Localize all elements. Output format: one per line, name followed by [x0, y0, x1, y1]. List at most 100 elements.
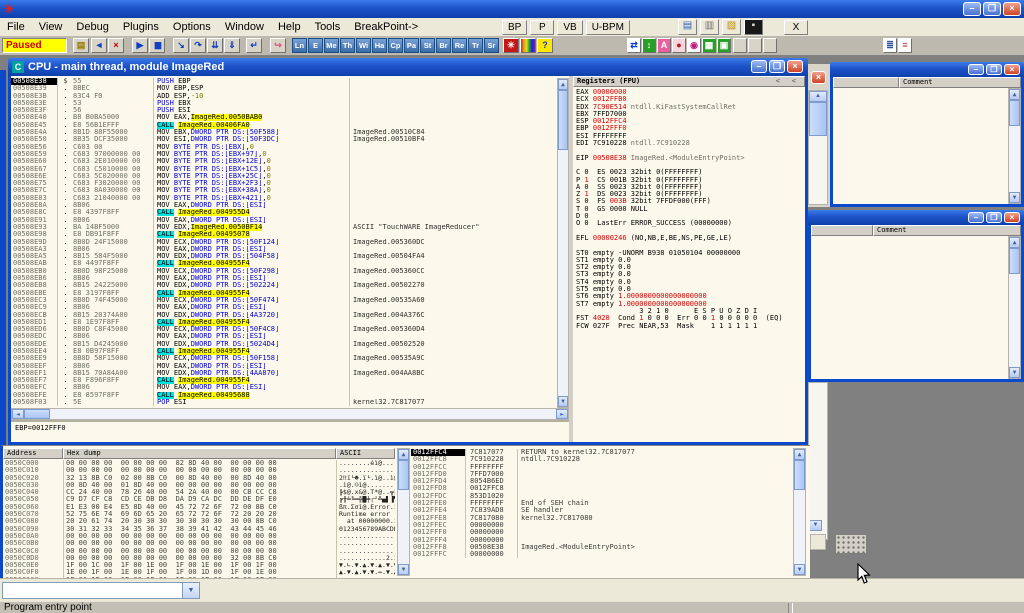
- disasm-row[interactable]: 00508EFC.8B06MOV EAX,DWORD PTR DS:[ESI]: [11, 384, 557, 391]
- window-button-sr[interactable]: Sr: [484, 38, 499, 53]
- stack-row[interactable]: 0012FFD48054B6ED: [411, 478, 791, 485]
- updown-icon[interactable]: ↕: [642, 38, 656, 53]
- maximize-button[interactable]: ❐: [983, 2, 1001, 16]
- folder-icon[interactable]: ▨: [722, 19, 741, 35]
- disasm-row[interactable]: 00508EC9.8B06MOV EAX,DWORD PTR DS:[ESI]: [11, 304, 557, 311]
- menu-item-file[interactable]: File: [0, 19, 32, 35]
- comment2-col-blank[interactable]: [811, 225, 873, 236]
- dump-row[interactable]: 0050C0C000 00 00 00 00 00 00 00 00 00 00…: [3, 548, 397, 555]
- disasm-row[interactable]: 00508E83.C683 21040000 00MOV BYTE PTR DS…: [11, 195, 557, 202]
- stack-row[interactable]: 0012FFDC853D1020: [411, 493, 791, 500]
- cpu-titlebar[interactable]: C CPU - main thread, module ImageRed – ❐…: [8, 58, 808, 76]
- disasm-row[interactable]: 00508EDC.8B06MOV EAX,DWORD PTR DS:[ESI]: [11, 333, 557, 340]
- plugin-close-button[interactable]: X: [784, 20, 808, 35]
- disasm-row[interactable]: 00508EEF.8B06MOV EAX,DWORD PTR DS:[ESI]: [11, 363, 557, 370]
- dump-row[interactable]: 0050C0D000 00 00 00 00 00 00 00 00 00 00…: [3, 555, 397, 562]
- plugin-button-vb[interactable]: VB: [557, 20, 582, 35]
- dump-row[interactable]: 0050C01000 00 00 00 00 00 00 00 00 00 00…: [3, 467, 397, 474]
- window-button-re[interactable]: Re: [452, 38, 467, 53]
- comment-window-1-titlebar[interactable]: – ❐ ×: [830, 62, 1024, 77]
- disasm-row[interactable]: 00508EAB.E8 4497F8FFCALL ImageRed.004955…: [11, 260, 557, 267]
- disasm-row[interactable]: 00508E40.B8 B0BA5000MOV EAX,ImageRed.005…: [11, 114, 557, 121]
- dump-row[interactable]: 0050C02032 13 8B C0 02 00 8B C0 00 8D 40…: [3, 475, 397, 482]
- disasm-row[interactable]: 00508E60.C683 2E010000 00MOV BYTE PTR DS…: [11, 158, 557, 165]
- comment1-maximize-button[interactable]: ❐: [986, 64, 1002, 75]
- disasm-row[interactable]: 00508E98.E8 DB91F8FFCALL ImageRed.004950…: [11, 231, 557, 238]
- menu-item-options[interactable]: Options: [166, 19, 218, 35]
- disasm-row[interactable]: 00508EBE.E8 3197F8FFCALL ImageRed.004955…: [11, 290, 557, 297]
- disasm-row[interactable]: 00508E4A.8B1D 88F55000MOV EBX,DWORD PTR …: [11, 129, 557, 136]
- stack-row[interactable]: 0012FFE47C839AD8SE handler: [411, 507, 791, 514]
- window-button-me[interactable]: Me: [324, 38, 339, 53]
- dump-row[interactable]: 0050C1001F 00 1F 00 1F 00 1E 00 1F 00 1F…: [3, 577, 397, 578]
- disasm-row[interactable]: 00508E50.8B35 DCF35000MOV ESI,DWORD PTR …: [11, 136, 557, 143]
- dump-row[interactable]: 0050C0A000 00 00 00 00 00 00 00 00 00 00…: [3, 533, 397, 540]
- register-line[interactable]: T 0 GS 0000 NULL: [573, 206, 805, 213]
- cpu-minimize-button[interactable]: –: [751, 60, 767, 73]
- dump-row[interactable]: 0050C040CC 24 40 00 78 26 40 00 54 2A 40…: [3, 489, 397, 496]
- window-resize-grip[interactable]: [836, 535, 866, 553]
- dump-header-ascii[interactable]: ASCII: [336, 448, 395, 459]
- disasm-row[interactable]: 00508E38$55PUSH EBP: [11, 78, 557, 85]
- menu-item-help[interactable]: Help: [271, 19, 308, 35]
- disasm-row[interactable]: 00508E39.8BECMOV EBP,ESP: [11, 85, 557, 92]
- stack-row[interactable]: 0012FFCCFFFFFFFF: [411, 464, 791, 471]
- window-button-ln[interactable]: Ln: [292, 38, 307, 53]
- disasm-row[interactable]: 00508E9D.8B0D 24F15000MOV ECX,DWORD PTR …: [11, 239, 557, 246]
- spacer-button-3[interactable]: [763, 38, 777, 53]
- disassembly-hscrollbar[interactable]: ◄ ►: [11, 408, 569, 420]
- disassembly-vscrollbar[interactable]: ▲ ▼: [557, 78, 569, 408]
- animate-into-icon[interactable]: ⇊: [207, 38, 223, 53]
- dump-row[interactable]: 0050C0B000 00 00 00 00 00 00 00 00 00 00…: [3, 540, 397, 547]
- address-combobox[interactable]: ▼: [2, 582, 200, 599]
- document-icon[interactable]: ▥: [700, 19, 719, 35]
- comment-window-2-titlebar[interactable]: – ❐ ×: [808, 210, 1024, 225]
- window-button-cp[interactable]: Cp: [388, 38, 403, 53]
- disasm-row[interactable]: 00508EA3.8B06MOV EAX,DWORD PTR DS:[ESI]: [11, 246, 557, 253]
- stack-row[interactable]: 0012FFD80012FFC8: [411, 485, 791, 492]
- open-file-icon[interactable]: ▤: [73, 38, 89, 53]
- fragment-scroll-down-icon[interactable]: ▼: [809, 520, 822, 531]
- comment1-minimize-button[interactable]: –: [968, 64, 984, 75]
- registers-next-icon[interactable]: <: [792, 77, 796, 86]
- disasm-row[interactable]: 00508E75.C683 F3020000 00MOV BYTE PTR DS…: [11, 180, 557, 187]
- registers-header[interactable]: Registers (FPU) < <: [573, 76, 805, 87]
- stack-row[interactable]: 0012FFF000000000: [411, 529, 791, 536]
- minimize-button[interactable]: –: [963, 2, 981, 16]
- stack-row[interactable]: 0012FFE0FFFFFFFFEnd of SEH chain: [411, 500, 791, 507]
- log-list-icon[interactable]: ≣: [883, 38, 897, 53]
- register-line[interactable]: EFL 00000246 (NO,NB,E,BE,NS,PE,GE,LE): [573, 235, 805, 242]
- plugin-button-p[interactable]: P: [530, 20, 554, 35]
- menu-item-view[interactable]: View: [32, 19, 70, 35]
- comment2-scrollbar[interactable]: ▲ ▼: [1008, 236, 1021, 379]
- disasm-row[interactable]: 00508E7C.C683 8A030000 00MOV BYTE PTR DS…: [11, 187, 557, 194]
- swap-arrows-icon[interactable]: ⇄: [627, 38, 641, 53]
- disasm-row[interactable]: 00508EB8.8B15 24225000MOV EDX,DWORD PTR …: [11, 282, 557, 289]
- disasm-row[interactable]: 00508E93.BA 14BF5000MOV EDX,ImageRed.005…: [11, 224, 557, 231]
- help-icon[interactable]: ?: [537, 38, 553, 53]
- stack-row[interactable]: 0012FFC87C910228ntdll.7C910228: [411, 456, 791, 463]
- window-button-th[interactable]: Th: [340, 38, 355, 53]
- window-button-st[interactable]: St: [420, 38, 435, 53]
- menu-item-plugins[interactable]: Plugins: [116, 19, 166, 35]
- disasm-row[interactable]: 00508E56.C603 00MOV BYTE PTR DS:[EBX],0: [11, 144, 557, 151]
- menu-item-tools[interactable]: Tools: [308, 19, 348, 35]
- disasm-row[interactable]: 00508EDE.8B15 D4245000MOV EDX,DWORD PTR …: [11, 341, 557, 348]
- window-button-tr[interactable]: Tr: [468, 38, 483, 53]
- dump-row[interactable]: 0050C03000 8D 40 00 01 8D 40 00 00 00 00…: [3, 482, 397, 489]
- dump-header-hex[interactable]: Hex dump: [63, 448, 336, 459]
- dump-row[interactable]: 0050C08020 20 61 74 20 30 30 30 30 30 30…: [3, 518, 397, 525]
- disasm-row[interactable]: 00508E3E.53PUSH EBX: [11, 100, 557, 107]
- stack-scrollbar[interactable]: ▲ ▼: [793, 448, 806, 576]
- disasm-row[interactable]: 00508E3B.83C4 F0ADD ESP,-10: [11, 93, 557, 100]
- options-gear-icon[interactable]: ✳: [503, 38, 519, 53]
- sorted-list-icon[interactable]: ≡: [898, 38, 912, 53]
- fragment-scrollbar[interactable]: ▲: [808, 90, 828, 205]
- animate-over-icon[interactable]: ⇓: [224, 38, 240, 53]
- notepad-icon[interactable]: ▤: [678, 19, 697, 35]
- disasm-row[interactable]: 00508EF7.E8 F896F8FFCALL ImageRed.004955…: [11, 377, 557, 384]
- registers-prev-icon[interactable]: <: [776, 77, 780, 86]
- comment2-minimize-button[interactable]: –: [968, 212, 984, 223]
- disasm-row[interactable]: 00508EE9.8B0D 58F15000MOV ECX,DWORD PTR …: [11, 355, 557, 362]
- stack-row[interactable]: 0012FFF800508E38ImageRed.<ModuleEntryPoi…: [411, 544, 791, 551]
